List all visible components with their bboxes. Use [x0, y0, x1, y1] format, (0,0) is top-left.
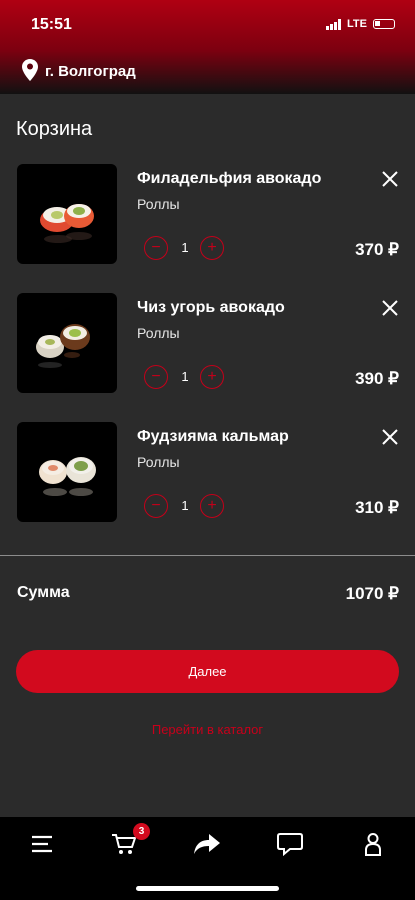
item-category: Роллы	[137, 196, 180, 212]
item-category: Роллы	[137, 325, 180, 341]
increase-button[interactable]: +	[200, 365, 224, 389]
item-name: Фудзияма кальмар	[137, 428, 289, 445]
next-button[interactable]: Далее	[16, 650, 399, 693]
item-price: 370 ₽	[355, 240, 399, 259]
item-name: Чиз угорь авокадо	[137, 299, 285, 316]
location-bar[interactable]: г. Волгоград	[0, 50, 415, 94]
share-icon	[194, 834, 220, 854]
tab-chat[interactable]	[270, 829, 310, 859]
quantity-stepper: − 1 +	[144, 236, 226, 262]
menu-icon	[32, 835, 52, 853]
quantity-value: 1	[181, 498, 189, 513]
cart-item: Фудзияма кальмар Роллы − 1 + 310 ₽	[0, 422, 415, 532]
decrease-button[interactable]: −	[144, 236, 168, 260]
decrease-button[interactable]: −	[144, 494, 168, 518]
status-time: 15:51	[31, 16, 72, 33]
increase-button[interactable]: +	[200, 494, 224, 518]
battery-icon	[373, 19, 395, 29]
catalog-link[interactable]: Перейти в каталог	[0, 722, 415, 737]
sum-label: Сумма	[17, 584, 70, 601]
quantity-stepper: − 1 +	[144, 365, 226, 391]
tab-share[interactable]	[187, 829, 227, 859]
product-image	[17, 293, 117, 393]
product-image	[17, 164, 117, 264]
decrease-button[interactable]: −	[144, 365, 168, 389]
cart-badge: 3	[133, 823, 150, 840]
quantity-value: 1	[181, 369, 189, 384]
network-label: LTE	[347, 18, 367, 30]
item-price: 390 ₽	[355, 369, 399, 388]
tab-menu[interactable]	[22, 829, 62, 859]
status-icons: LTE	[326, 18, 395, 30]
close-icon[interactable]	[381, 170, 399, 188]
home-indicator	[136, 886, 279, 891]
page-title: Корзина	[16, 118, 93, 140]
quantity-stepper: − 1 +	[144, 494, 226, 520]
quantity-value: 1	[181, 240, 189, 255]
status-bar: 15:51 LTE	[0, 0, 415, 50]
cart-item: Чиз угорь авокадо Роллы − 1 + 390 ₽	[0, 293, 415, 403]
profile-icon	[365, 833, 381, 856]
signal-icon	[326, 18, 342, 30]
increase-button[interactable]: +	[200, 236, 224, 260]
close-icon[interactable]	[381, 299, 399, 317]
divider	[0, 555, 415, 556]
tab-profile[interactable]	[353, 829, 393, 859]
sum-value: 1070 ₽	[345, 584, 399, 603]
item-name: Филадельфия авокадо	[137, 170, 322, 187]
product-image	[17, 422, 117, 522]
item-price: 310 ₽	[355, 498, 399, 517]
close-icon[interactable]	[381, 428, 399, 446]
item-category: Роллы	[137, 454, 180, 470]
cart-item: Филадельфия авокадо Роллы − 1 + 370 ₽	[0, 164, 415, 274]
chat-icon	[277, 833, 303, 856]
city-label: г. Волгоград	[45, 63, 136, 80]
location-pin-icon	[22, 59, 38, 81]
